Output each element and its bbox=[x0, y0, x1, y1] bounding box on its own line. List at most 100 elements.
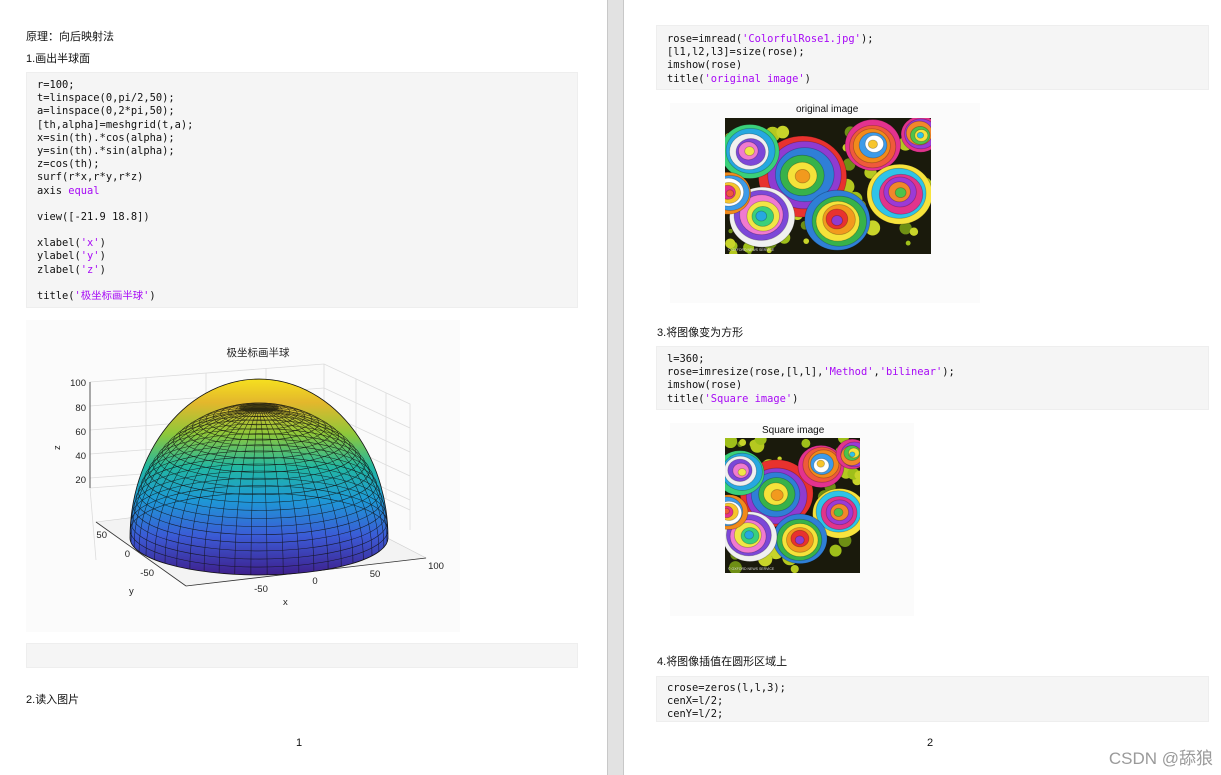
code-token: r=100; bbox=[37, 79, 75, 91]
section-4-heading: 4.将图像插值在圆形区域上 bbox=[657, 653, 787, 669]
x-tick-0: 0 bbox=[312, 576, 317, 587]
code-string: 'original image' bbox=[704, 72, 805, 85]
code-string: 'bilinear' bbox=[879, 366, 943, 379]
code-line: r=100; bbox=[37, 79, 567, 92]
code-line: l=360; bbox=[667, 353, 1198, 366]
section-4-title: 将图像插值在圆形区域上 bbox=[666, 655, 788, 668]
code-line: y=sin(th).*sin(alpha); bbox=[37, 145, 567, 158]
hemisphere-figure: 极坐标画半球 100 80 60 40 20 z 50 0 -50 y -50 … bbox=[26, 320, 460, 632]
document-page-1: 原理：向后映射法 1.画出半球面 r=100; t=linspace(0,pi/2… bbox=[0, 0, 607, 775]
code-token: view([-21.9 18.8]) bbox=[37, 210, 150, 223]
code-line: ylabel('y') bbox=[37, 250, 567, 263]
z-tick-80: 80 bbox=[75, 403, 86, 414]
y-tick-minus50: -50 bbox=[140, 568, 154, 579]
x-tick-minus50: -50 bbox=[254, 584, 268, 595]
code-token: title( bbox=[667, 72, 705, 85]
code-line: z=cos(th); bbox=[37, 158, 567, 171]
code-token: title( bbox=[37, 290, 75, 302]
section-2-heading: 2.读入图片 bbox=[26, 691, 79, 707]
z-tick-20: 20 bbox=[75, 475, 86, 486]
z-tick-60: 60 bbox=[75, 427, 86, 438]
code-block-hemisphere[interactable]: r=100; t=linspace(0,pi/2,50); a=linspace(0… bbox=[26, 72, 578, 308]
code-line: rose=imresize(rose,[l,l],'Method','bilin… bbox=[667, 366, 1198, 379]
y-axis-label: y bbox=[129, 586, 134, 597]
section-3-number: 3. bbox=[657, 327, 667, 339]
x-tick-50: 50 bbox=[370, 569, 381, 580]
page-number-1: 1 bbox=[296, 737, 303, 749]
code-string: 'ColorfulRose1.jpg' bbox=[742, 33, 861, 45]
code-line: surf(r*x,r*y,r*z) bbox=[37, 171, 567, 184]
image-caption: © OXFORD NEWS SERVICE bbox=[728, 248, 775, 252]
code-token: ) bbox=[99, 250, 106, 263]
code-string: 'y' bbox=[80, 250, 100, 263]
code-line: a=linspace(0,2*pi,50); bbox=[37, 105, 567, 118]
plot-title: 极坐标画半球 bbox=[227, 346, 290, 359]
code-line: crose=zeros(l,l,3); bbox=[667, 682, 1198, 695]
code-token: axis bbox=[37, 184, 69, 197]
section-1-title: 画出半球面 bbox=[35, 52, 91, 65]
code-token: t=linspace(0,pi/2,50); bbox=[37, 92, 175, 105]
code-block-zeros[interactable]: crose=zeros(l,l,3); cenX=l/2; cenY=l/2; bbox=[656, 676, 1209, 722]
code-token: y=sin(th).*sin(alpha); bbox=[37, 144, 175, 157]
code-line: xlabel('x') bbox=[37, 237, 567, 250]
code-block-empty[interactable] bbox=[26, 643, 578, 668]
code-string: 'x' bbox=[80, 237, 100, 250]
code-token: cenY=l/2; bbox=[667, 708, 724, 721]
y-tick-0: 0 bbox=[125, 549, 130, 560]
original-rose-image: © OXFORD NEWS SERVICE bbox=[725, 118, 931, 254]
code-token: imshow(rose) bbox=[667, 379, 743, 392]
code-block-imread[interactable]: rose=imread('ColorfulRose1.jpg'); [l1,l2,… bbox=[656, 25, 1209, 90]
section-2-number: 2. bbox=[26, 694, 36, 706]
code-line: [l1,l2,l3]=size(rose); bbox=[667, 46, 1198, 59]
x-axis-label: x bbox=[283, 597, 288, 608]
page-gutter bbox=[607, 0, 624, 775]
code-token: a=linspace(0,2*pi,50); bbox=[37, 105, 175, 118]
z-axis-label: z bbox=[52, 445, 63, 450]
code-token: ) bbox=[804, 72, 811, 85]
code-token: l=360; bbox=[667, 353, 705, 365]
section-2-title: 读入图片 bbox=[35, 693, 80, 706]
original-image-title: original image bbox=[796, 104, 859, 115]
rose-bouquet-picture: © OXFORD NEWS SERVICE bbox=[725, 118, 931, 254]
x-tick-100: 100 bbox=[428, 561, 444, 572]
code-token: [th,alpha]=meshgrid(t,a); bbox=[37, 118, 194, 131]
code-string: equal bbox=[68, 184, 100, 197]
code-line: zlabel('z') bbox=[37, 264, 567, 277]
code-token: crose=zeros(l,l,3); bbox=[667, 682, 786, 694]
code-line: axis equal bbox=[37, 185, 567, 198]
section-3-title: 将图像变为方形 bbox=[666, 326, 744, 339]
csdn-watermark: CSDN @舔狼 bbox=[1108, 749, 1213, 768]
code-line: title('极坐标画半球') bbox=[37, 290, 567, 303]
document-page-2: rose=imread('ColorfulRose1.jpg'); [l1,l2,… bbox=[624, 0, 1221, 775]
code-token: ylabel( bbox=[37, 250, 81, 263]
code-token: ) bbox=[99, 237, 106, 250]
code-line: title('Square image') bbox=[667, 393, 1198, 406]
code-block-imresize[interactable]: l=360; rose=imresize(rose,[l,l],'Method',… bbox=[656, 346, 1209, 410]
code-token: surf(r*x,r*y,r*z) bbox=[37, 171, 144, 184]
square-image-title: Square image bbox=[762, 425, 825, 436]
code-token: ); bbox=[860, 33, 874, 45]
code-token: cenX=l/2; bbox=[667, 695, 724, 708]
y-tick-50: 50 bbox=[96, 530, 107, 541]
code-string: 'Square image' bbox=[704, 392, 793, 405]
section-4-number: 4. bbox=[657, 656, 667, 668]
hemisphere-plot: 极坐标画半球 100 80 60 40 20 z 50 0 -50 y -50 … bbox=[52, 346, 444, 608]
square-rose-image: © OXFORD NEWS SERVICE bbox=[725, 438, 860, 573]
code-string: 'Method' bbox=[823, 366, 874, 379]
code-line: imshow(rose) bbox=[667, 379, 1198, 392]
code-token: zlabel( bbox=[37, 263, 81, 276]
code-token: xlabel( bbox=[37, 237, 81, 250]
code-token: rose=imread( bbox=[667, 33, 743, 45]
code-line: imshow(rose) bbox=[667, 59, 1198, 72]
rose-bouquet-picture: © OXFORD NEWS SERVICE bbox=[725, 438, 860, 573]
page-number-2: 2 bbox=[927, 737, 934, 749]
code-token: rose=imresize(rose,[l,l], bbox=[667, 366, 824, 379]
code-token: x=sin(th).*cos(alpha); bbox=[37, 131, 175, 144]
code-string: 'z' bbox=[80, 263, 100, 276]
code-line: t=linspace(0,pi/2,50); bbox=[37, 92, 567, 105]
code-line: cenX=l/2; bbox=[667, 695, 1198, 708]
code-token: ) bbox=[792, 392, 799, 405]
